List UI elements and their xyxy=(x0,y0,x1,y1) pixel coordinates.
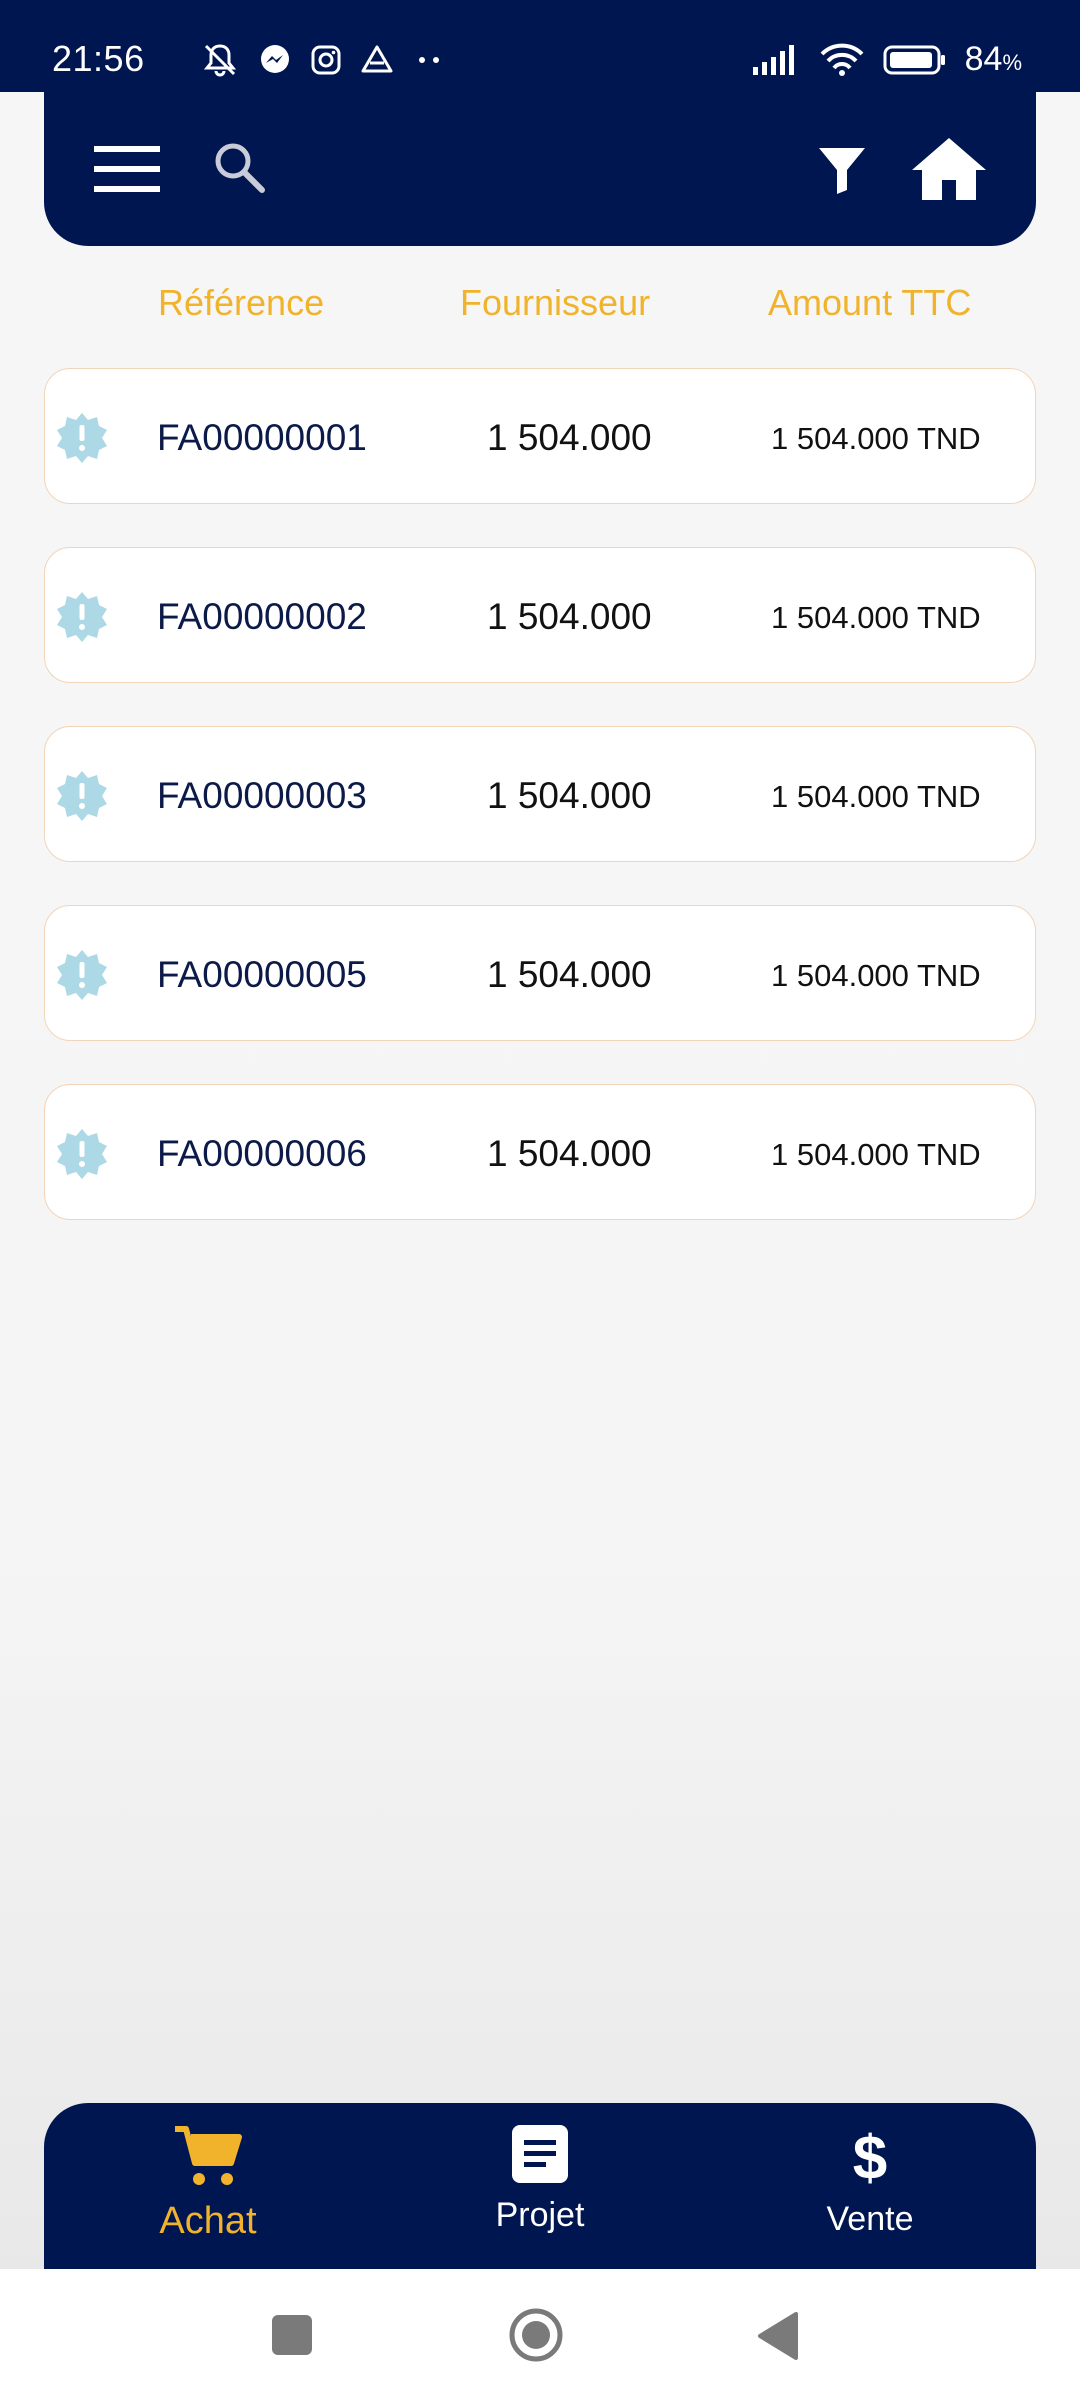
filter-button[interactable] xyxy=(814,142,870,198)
column-reference: Référence xyxy=(158,282,325,323)
signal-icon xyxy=(752,44,794,75)
nav-projet[interactable]: Projet xyxy=(430,2123,650,2235)
search-button[interactable] xyxy=(212,140,268,196)
notification-icons xyxy=(200,40,446,80)
bottom-navigation: Achat Projet $ Vente xyxy=(44,2103,1036,2269)
drive-icon xyxy=(361,45,393,73)
app-header xyxy=(44,92,1036,246)
status-time: 21:56 xyxy=(52,38,145,79)
alert-badge-icon xyxy=(57,592,107,642)
invoice-reference: FA00000005 xyxy=(157,954,367,995)
alert-badge-icon xyxy=(57,771,107,821)
recents-button[interactable] xyxy=(270,2313,314,2357)
home-button[interactable] xyxy=(910,134,988,204)
back-button[interactable] xyxy=(756,2311,800,2361)
battery-icon xyxy=(883,45,945,74)
nav-achat[interactable]: Achat xyxy=(98,2123,318,2243)
nav-vente-label: Vente xyxy=(826,2200,914,2238)
nav-achat-label: Achat xyxy=(159,2200,257,2242)
svg-text:$: $ xyxy=(853,2124,887,2189)
table-header: Référence Fournisseur Amount TTC xyxy=(0,282,1080,338)
more-dots-icon xyxy=(419,57,439,63)
system-status-icons: 84% xyxy=(751,40,1022,79)
invoice-row[interactable]: FA00000003 1 504.000 1 504.000 TND xyxy=(44,726,1036,862)
home-icon xyxy=(912,138,986,200)
invoice-amount: 1 504.000 TND xyxy=(771,779,981,814)
column-supplier: Fournisseur xyxy=(460,282,651,323)
invoice-supplier: 1 504.000 xyxy=(487,596,652,637)
invoice-supplier: 1 504.000 xyxy=(487,775,652,816)
alert-badge-icon xyxy=(57,950,107,1000)
invoice-row[interactable]: FA00000002 1 504.000 1 504.000 TND xyxy=(44,547,1036,683)
invoice-amount: 1 504.000 TND xyxy=(771,421,981,456)
battery-level: 84% xyxy=(965,40,1022,79)
alert-badge-icon xyxy=(57,413,107,463)
wifi-icon xyxy=(820,43,864,76)
invoice-amount: 1 504.000 TND xyxy=(771,600,981,635)
messenger-icon xyxy=(261,45,289,73)
silent-icon xyxy=(203,44,237,77)
invoice-amount: 1 504.000 TND xyxy=(771,958,981,993)
home-system-button[interactable] xyxy=(508,2307,564,2363)
battery-unit: % xyxy=(1002,50,1022,75)
menu-button[interactable] xyxy=(94,144,162,194)
menu-icon xyxy=(94,146,160,192)
invoice-supplier: 1 504.000 xyxy=(487,417,652,458)
invoice-row[interactable]: FA00000005 1 504.000 1 504.000 TND xyxy=(44,905,1036,1041)
alert-badge-icon xyxy=(57,1129,107,1179)
status-bar: 21:56 84% xyxy=(0,0,1080,92)
document-icon xyxy=(512,2125,568,2183)
invoice-reference: FA00000002 xyxy=(157,596,367,637)
invoice-row[interactable]: FA00000006 1 504.000 1 504.000 TND xyxy=(44,1084,1036,1220)
cart-icon xyxy=(175,2126,242,2185)
column-amount: Amount TTC xyxy=(768,282,972,323)
nav-vente[interactable]: $ Vente xyxy=(760,2123,980,2239)
instagram-icon xyxy=(311,45,341,75)
invoice-row[interactable]: FA00000001 1 504.000 1 504.000 TND xyxy=(44,368,1036,504)
invoice-reference: FA00000006 xyxy=(157,1133,367,1174)
invoice-reference: FA00000001 xyxy=(157,417,367,458)
search-icon xyxy=(215,143,265,193)
invoice-reference: FA00000003 xyxy=(157,775,367,816)
system-navigation-bar xyxy=(0,2269,1080,2400)
invoice-list: FA00000001 1 504.000 1 504.000 TND FA000… xyxy=(44,368,1036,1263)
dollar-icon: $ xyxy=(853,2124,887,2193)
battery-value: 84 xyxy=(964,40,1003,78)
invoice-supplier: 1 504.000 xyxy=(487,954,652,995)
invoice-supplier: 1 504.000 xyxy=(487,1133,652,1174)
filter-icon xyxy=(819,148,865,194)
nav-projet-label: Projet xyxy=(495,2196,585,2234)
invoice-amount: 1 504.000 TND xyxy=(771,1137,981,1172)
